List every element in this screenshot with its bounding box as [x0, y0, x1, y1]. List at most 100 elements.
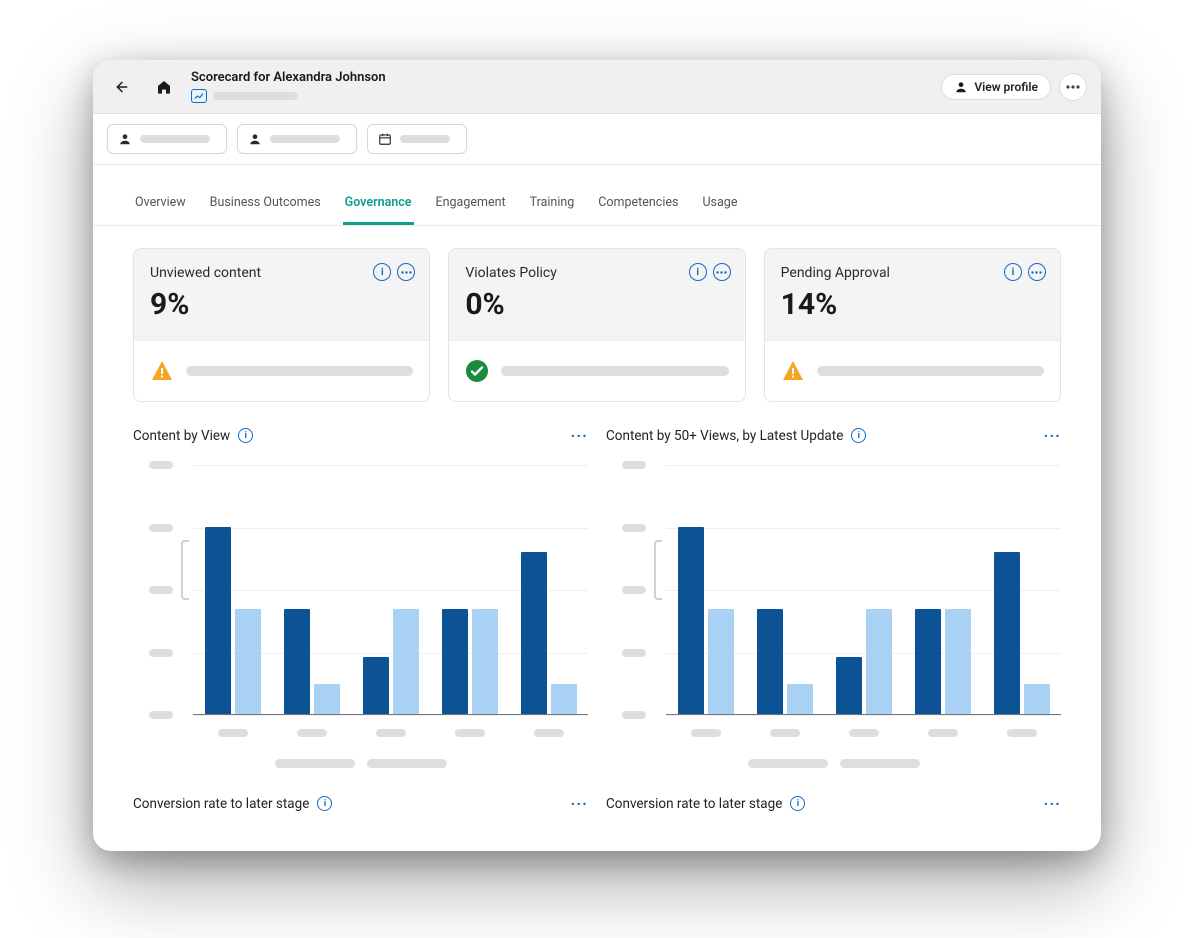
filter-skeleton [400, 135, 450, 143]
chart-content-by-view [133, 455, 588, 755]
warning-icon [150, 359, 174, 383]
breadcrumb: Scorecard for Alexandra Johnson [191, 70, 386, 103]
view-profile-button[interactable]: View profile [941, 74, 1051, 100]
chart-bar [836, 657, 862, 715]
card-footer-skeleton [501, 366, 728, 376]
card-more-icon[interactable] [397, 263, 415, 281]
ellipsis-icon [1066, 85, 1080, 89]
chart-bar [314, 684, 340, 714]
info-icon[interactable]: i [238, 428, 253, 443]
card-header: i Pending Approval 14% [765, 249, 1060, 340]
chart-bar [787, 684, 813, 714]
filter-person-1[interactable] [107, 124, 227, 154]
section-content-by-50: Content by 50+ Views, by Latest Update i… [606, 426, 1061, 768]
info-icon[interactable]: i [1004, 263, 1022, 281]
section-title: Conversion rate to later stage [133, 796, 309, 812]
kpi-cards: i Unviewed content 9% i Violates Policy [93, 226, 1101, 408]
chart-bar [521, 552, 547, 715]
chart-bar [472, 609, 498, 714]
back-button[interactable] [107, 72, 137, 102]
section-more-icon[interactable]: ··· [571, 794, 588, 813]
tab-training[interactable]: Training [528, 183, 577, 225]
bottom-sections: Conversion rate to later stage i ··· Con… [93, 768, 1101, 851]
chart-bar [393, 609, 419, 714]
card-value: 9% [150, 287, 413, 322]
person-icon [954, 80, 968, 94]
chart-bar [1024, 684, 1050, 714]
card-more-icon[interactable] [713, 263, 731, 281]
info-icon[interactable]: i [317, 796, 332, 811]
chart-bar [708, 609, 734, 714]
chart-legend [133, 755, 588, 768]
card-footer-skeleton [817, 366, 1044, 376]
chart-bar [235, 609, 261, 714]
person-icon [248, 132, 262, 146]
section-more-icon[interactable]: ··· [571, 426, 588, 445]
chart-bar [551, 684, 577, 714]
legend-item-skeleton [748, 759, 828, 768]
tab-business-outcomes[interactable]: Business Outcomes [208, 183, 323, 225]
tab-engagement[interactable]: Engagement [434, 183, 508, 225]
app-window: Scorecard for Alexandra Johnson View pro… [93, 60, 1101, 851]
tab-usage[interactable]: Usage [700, 183, 739, 225]
filter-skeleton [140, 135, 210, 143]
chart-bar [284, 609, 310, 714]
legend-item-skeleton [275, 759, 355, 768]
section-content-by-view: Content by View i ··· [133, 426, 588, 768]
section-title: Content by 50+ Views, by Latest Update [606, 428, 843, 444]
legend-item-skeleton [367, 759, 447, 768]
charts-row: Content by View i ··· Content by 50+ Vie… [93, 408, 1101, 768]
filter-date[interactable] [367, 124, 467, 154]
page-title: Scorecard for Alexandra Johnson [191, 70, 386, 85]
info-icon[interactable]: i [851, 428, 866, 443]
chart-bar [915, 609, 941, 714]
filter-skeleton [270, 135, 340, 143]
card-footer [134, 340, 429, 401]
chart-bar [994, 552, 1020, 715]
chart-bar [678, 527, 704, 715]
section-more-icon[interactable]: ··· [1044, 794, 1061, 813]
person-icon [118, 132, 132, 146]
section-header: Conversion rate to later stage i ··· [606, 794, 1061, 813]
chart-bar [205, 527, 231, 715]
tab-bar: Overview Business Outcomes Governance En… [93, 183, 1101, 226]
chart-bar [945, 609, 971, 714]
tab-competencies[interactable]: Competencies [596, 183, 680, 225]
check-circle-icon [465, 359, 489, 383]
section-conv-rate-2: Conversion rate to later stage i ··· [606, 794, 1061, 823]
calendar-icon [378, 132, 392, 146]
card-unviewed-content: i Unviewed content 9% [133, 248, 430, 402]
info-icon[interactable]: i [689, 263, 707, 281]
chart-bar [442, 609, 468, 714]
tab-governance[interactable]: Governance [343, 183, 414, 225]
home-button[interactable] [149, 72, 179, 102]
section-title: Conversion rate to later stage [606, 796, 782, 812]
view-profile-label: View profile [974, 80, 1038, 94]
section-conv-rate-1: Conversion rate to later stage i ··· [133, 794, 588, 823]
legend-item-skeleton [840, 759, 920, 768]
top-bar-right: View profile [941, 73, 1087, 101]
breadcrumb-sub [191, 89, 386, 103]
chart-badge-icon [191, 89, 207, 103]
section-header: Conversion rate to later stage i ··· [133, 794, 588, 813]
top-bar: Scorecard for Alexandra Johnson View pro… [93, 60, 1101, 114]
info-icon[interactable]: i [373, 263, 391, 281]
chart-content-by-50 [606, 455, 1061, 755]
card-footer [449, 340, 744, 401]
top-bar-left: Scorecard for Alexandra Johnson [107, 70, 386, 103]
card-violates-policy: i Violates Policy 0% [448, 248, 745, 402]
card-value: 0% [465, 287, 728, 322]
chart-legend [606, 755, 1061, 768]
warning-icon [781, 359, 805, 383]
card-more-icon[interactable] [1028, 263, 1046, 281]
card-header: i Unviewed content 9% [134, 249, 429, 340]
card-value: 14% [781, 287, 1044, 322]
section-title: Content by View [133, 428, 230, 444]
more-menu-button[interactable] [1059, 73, 1087, 101]
card-pending-approval: i Pending Approval 14% [764, 248, 1061, 402]
filter-person-2[interactable] [237, 124, 357, 154]
tab-overview[interactable]: Overview [133, 183, 188, 225]
info-icon[interactable]: i [790, 796, 805, 811]
chart-bar [757, 609, 783, 714]
section-more-icon[interactable]: ··· [1044, 426, 1061, 445]
